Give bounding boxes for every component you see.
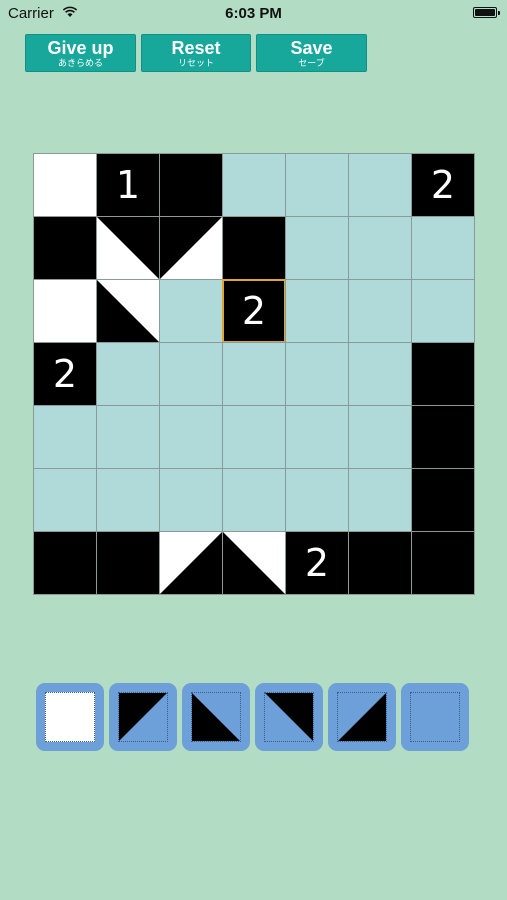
clear-tool[interactable] [401, 683, 469, 751]
clear-tool-swatch [410, 692, 460, 742]
white-cell[interactable] [33, 153, 97, 217]
reset-button[interactable]: Reset リセット [141, 34, 251, 72]
black-cell[interactable] [96, 531, 160, 595]
black-cell[interactable] [411, 531, 475, 595]
triangle-shape [160, 532, 222, 594]
black-cell[interactable] [33, 531, 97, 595]
black-cell[interactable] [222, 216, 286, 280]
black-cell[interactable] [411, 405, 475, 469]
empty-cell[interactable] [285, 468, 349, 532]
give-up-label: Give up [47, 38, 114, 58]
tile-palette [0, 683, 507, 753]
empty-cell[interactable] [285, 216, 349, 280]
empty-cell[interactable] [159, 468, 223, 532]
triangle-cell[interactable] [96, 216, 160, 280]
clue-number: 2 [52, 352, 78, 396]
triangle-lower-right-tool[interactable] [328, 683, 396, 751]
triangle-lower-left-tool[interactable] [182, 683, 250, 751]
empty-cell[interactable] [348, 216, 412, 280]
clue-number: 2 [304, 541, 330, 585]
save-button[interactable]: Save セーブ [256, 34, 367, 72]
triangle-upper-right-tool[interactable] [255, 683, 323, 751]
triangle-upper-left-tool[interactable] [109, 683, 177, 751]
empty-cell[interactable] [285, 342, 349, 406]
clue-cell[interactable]: 1 [96, 153, 160, 217]
triangle-shape [160, 217, 222, 279]
triangle-lower-left-tool-swatch [191, 692, 241, 742]
empty-cell[interactable] [348, 153, 412, 217]
triangle-cell[interactable] [222, 531, 286, 595]
empty-cell[interactable] [348, 468, 412, 532]
status-bar: Carrier 6:03 PM [0, 0, 507, 28]
clue-cell[interactable]: 2 [222, 279, 286, 343]
empty-cell[interactable] [159, 405, 223, 469]
empty-cell[interactable] [96, 405, 160, 469]
empty-cell[interactable] [222, 153, 286, 217]
clock: 6:03 PM [225, 5, 282, 22]
triangle-upper-right-tool-swatch [264, 692, 314, 742]
empty-cell[interactable] [222, 405, 286, 469]
clue-cell[interactable]: 2 [285, 531, 349, 595]
puzzle-board: 1 2 2 2 2 [33, 153, 475, 595]
battery-icon [473, 7, 500, 18]
empty-cell[interactable] [222, 342, 286, 406]
reset-sublabel: リセット [177, 58, 214, 68]
empty-cell[interactable] [33, 405, 97, 469]
triangle-shape [223, 532, 285, 594]
reset-label: Reset [171, 38, 221, 58]
black-cell[interactable] [348, 531, 412, 595]
empty-cell[interactable] [285, 405, 349, 469]
triangle-shape [97, 280, 159, 342]
black-cell[interactable] [33, 216, 97, 280]
triangle-shape [97, 217, 159, 279]
black-cell[interactable] [411, 342, 475, 406]
black-cell[interactable] [411, 468, 475, 532]
empty-cell[interactable] [348, 342, 412, 406]
clue-number: 2 [430, 163, 456, 207]
empty-cell[interactable] [96, 342, 160, 406]
empty-cell[interactable] [159, 342, 223, 406]
white-cell[interactable] [33, 279, 97, 343]
give-up-sublabel: あきらめる [57, 58, 103, 68]
white-tool[interactable] [36, 683, 104, 751]
clue-number: 1 [115, 163, 141, 207]
triangle-upper-left-tool-swatch [118, 692, 168, 742]
save-label: Save [290, 38, 333, 58]
triangle-cell[interactable] [159, 216, 223, 280]
white-tool-swatch [45, 692, 95, 742]
empty-cell[interactable] [348, 279, 412, 343]
clue-cell[interactable]: 2 [33, 342, 97, 406]
triangle-cell[interactable] [96, 279, 160, 343]
empty-cell[interactable] [33, 468, 97, 532]
empty-cell[interactable] [411, 279, 475, 343]
empty-cell[interactable] [285, 153, 349, 217]
clue-cell[interactable]: 2 [411, 153, 475, 217]
black-cell[interactable] [159, 153, 223, 217]
empty-cell[interactable] [285, 279, 349, 343]
empty-cell[interactable] [348, 405, 412, 469]
triangle-cell[interactable] [159, 531, 223, 595]
clue-number: 2 [241, 289, 267, 333]
empty-cell[interactable] [411, 216, 475, 280]
triangle-lower-right-tool-swatch [337, 692, 387, 742]
give-up-button[interactable]: Give up あきらめる [25, 34, 136, 72]
empty-cell[interactable] [96, 468, 160, 532]
empty-cell[interactable] [222, 468, 286, 532]
empty-cell[interactable] [159, 279, 223, 343]
save-sublabel: セーブ [298, 58, 325, 68]
